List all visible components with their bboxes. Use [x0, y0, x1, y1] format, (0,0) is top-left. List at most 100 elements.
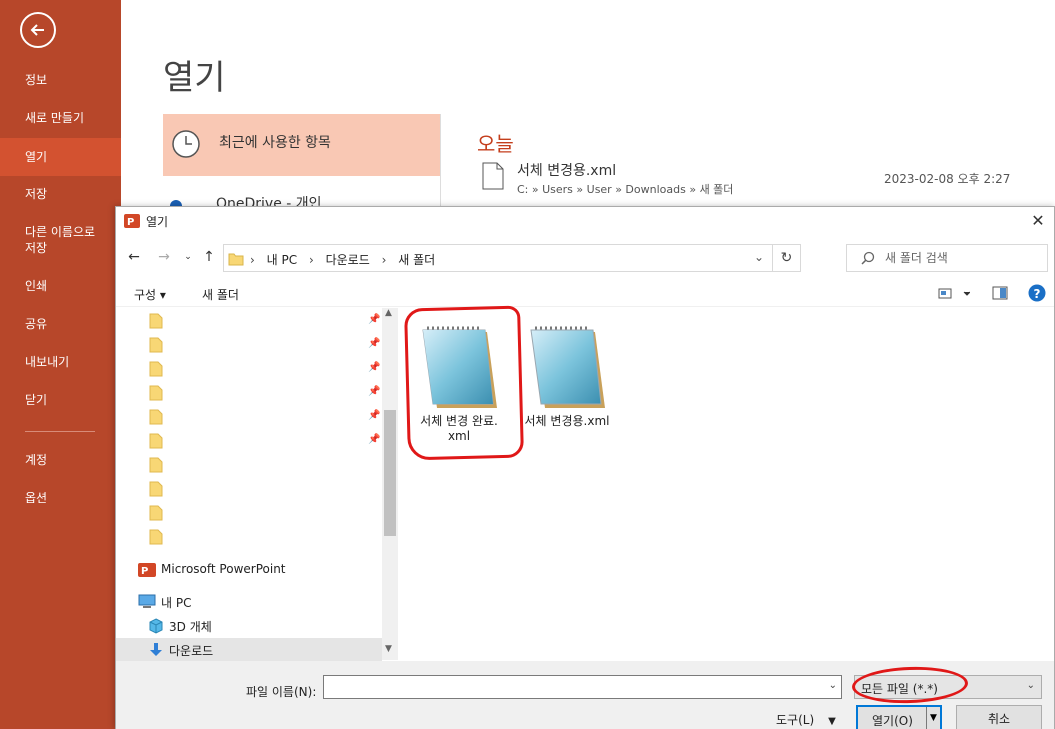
back-icon[interactable]: ←: [124, 247, 144, 267]
new-folder-button[interactable]: 새 폴더: [202, 286, 239, 303]
open-options-dropdown[interactable]: ▼: [926, 707, 940, 729]
nav-item-3d-objects[interactable]: 3D 개체: [116, 614, 382, 638]
view-options-icon[interactable]: [938, 285, 970, 301]
menu-save-as[interactable]: 다른 이름으로 저장: [0, 224, 121, 258]
svg-text:P: P: [141, 566, 148, 577]
menu-close[interactable]: 닫기: [0, 392, 121, 410]
file-name: 서체 변경용.xml: [524, 414, 610, 428]
pin-icon[interactable]: 📌: [368, 434, 380, 445]
back-arrow-icon: [30, 24, 44, 36]
folder-icon: [149, 529, 163, 545]
forward-icon[interactable]: →: [154, 247, 174, 267]
page-title: 열기: [163, 58, 226, 98]
nav-item-this-pc[interactable]: 내 PC: [116, 590, 382, 614]
breadcrumb-separator: ›: [381, 253, 387, 267]
recent-file-name[interactable]: 서체 변경용.xml: [517, 160, 616, 180]
backstage-rail: 정보 새로 만들기 열기 저장 다른 이름으로 저장 인쇄 공유 내보내기 닫기…: [0, 0, 121, 729]
location-recent-label: 최근에 사용한 항목: [219, 135, 331, 151]
folder-icon: [149, 313, 163, 329]
pin-icon[interactable]: 📌: [368, 386, 380, 397]
address-bar[interactable]: › 내 PC › 다운로드 › 새 폴더 ⌄ ↻: [223, 244, 801, 272]
nav-quick-access-item[interactable]: 📌: [116, 332, 382, 356]
menu-export[interactable]: 내보내기: [0, 354, 121, 372]
annotation-circle: [404, 305, 524, 461]
nav-quick-access-item[interactable]: 📌: [116, 356, 382, 380]
folder-icon: [228, 253, 244, 266]
recent-locations-icon[interactable]: ⌄: [178, 247, 198, 267]
back-button[interactable]: [20, 12, 56, 48]
nav-quick-access-item[interactable]: 📌: [116, 428, 382, 452]
pin-icon[interactable]: 📌: [368, 362, 380, 373]
cancel-button[interactable]: 취소: [956, 705, 1042, 729]
nav-quick-access-item[interactable]: 📌: [116, 308, 382, 332]
menu-open[interactable]: 열기: [0, 138, 121, 176]
nav-quick-access-item[interactable]: [116, 500, 382, 524]
menu-account[interactable]: 계정: [0, 452, 121, 470]
breadcrumb-item-downloads[interactable]: 다운로드: [326, 253, 370, 267]
scroll-down-icon[interactable]: ▼: [385, 644, 392, 654]
folder-icon: [149, 337, 163, 353]
breadcrumb: › 내 PC › 다운로드 › 새 폴더: [250, 251, 443, 268]
dialog-titlebar: P 열기 ✕: [116, 207, 1054, 235]
address-row: ← → ⌄ ↑ › 내 PC › 다운로드 › 새 폴더 ⌄ ↻: [116, 241, 1054, 273]
pin-icon[interactable]: 📌: [368, 338, 380, 349]
command-bar: 구성 ▾ 새 폴더 ?: [116, 279, 1054, 307]
breadcrumb-separator: ›: [308, 253, 314, 267]
nav-quick-access-item[interactable]: [116, 452, 382, 476]
breadcrumb-item-pc[interactable]: 내 PC: [267, 253, 297, 267]
menu-share[interactable]: 공유: [0, 316, 121, 334]
tools-menu[interactable]: 도구(L) ▼: [776, 711, 836, 728]
nav-quick-access-item[interactable]: 📌: [116, 404, 382, 428]
nav-quick-access-item[interactable]: [116, 524, 382, 548]
cube-icon: [149, 618, 163, 634]
folder-icon: [149, 433, 163, 449]
scroll-up-icon[interactable]: ▲: [385, 308, 392, 318]
document-icon: [482, 162, 504, 190]
pin-icon[interactable]: 📌: [368, 314, 380, 325]
close-icon[interactable]: ✕: [1028, 211, 1048, 231]
up-icon[interactable]: ↑: [199, 247, 219, 267]
chevron-down-icon[interactable]: ⌄: [829, 680, 837, 691]
powerpoint-icon: P: [124, 214, 140, 228]
open-button[interactable]: 열기(O) ▼: [856, 705, 942, 729]
nav-quick-access-item[interactable]: 📌: [116, 380, 382, 404]
search-box[interactable]: [846, 244, 1048, 272]
clock-icon: [172, 130, 200, 158]
recent-group-heading: 오늘: [477, 132, 514, 156]
folder-icon: [149, 361, 163, 377]
menu-new[interactable]: 새로 만들기: [0, 110, 121, 128]
breadcrumb-item-new-folder[interactable]: 새 폴더: [398, 253, 435, 267]
preview-pane-icon[interactable]: [992, 285, 1008, 301]
nav-label: 3D 개체: [169, 620, 212, 634]
menu-print[interactable]: 인쇄: [0, 278, 121, 296]
notepad-file-icon: [530, 326, 605, 408]
menu-divider: [25, 431, 95, 432]
menu-info[interactable]: 정보: [0, 72, 121, 90]
nav-item-powerpoint[interactable]: P Microsoft PowerPoint: [116, 558, 382, 582]
nav-scrollbar[interactable]: ▲ ▼: [382, 308, 398, 660]
pin-icon[interactable]: 📌: [368, 410, 380, 421]
nav-item-downloads[interactable]: 다운로드: [116, 638, 382, 662]
menu-options[interactable]: 옵션: [0, 490, 121, 508]
chevron-down-icon: ⌄: [1026, 680, 1035, 691]
organize-button[interactable]: 구성 ▾: [134, 286, 166, 303]
search-input[interactable]: [885, 249, 1035, 267]
filename-input[interactable]: ⌄: [323, 675, 842, 699]
svg-text:?: ?: [1034, 287, 1041, 301]
cancel-button-label: 취소: [987, 712, 1011, 726]
file-item[interactable]: 서체 변경용.xml: [512, 324, 622, 429]
folder-icon: [149, 409, 163, 425]
annotation-circle: [851, 664, 969, 706]
pane-divider: [440, 114, 441, 206]
nav-label: Microsoft PowerPoint: [161, 562, 286, 576]
refresh-icon[interactable]: ↻: [772, 245, 800, 271]
help-icon[interactable]: ?: [1028, 284, 1046, 302]
svg-text:P: P: [127, 217, 134, 228]
chevron-down-icon[interactable]: ⌄: [754, 250, 764, 264]
dialog-footer: 파일 이름(N): ⌄ 모든 파일 (*.*) ⌄ 도구(L) ▼ 열기(O) ▼…: [116, 661, 1054, 729]
menu-save[interactable]: 저장: [0, 186, 121, 204]
location-recent[interactable]: 최근에 사용한 항목: [163, 114, 440, 176]
nav-quick-access-item[interactable]: [116, 476, 382, 500]
scrollbar-thumb[interactable]: [384, 410, 396, 536]
nav-label: 내 PC: [161, 596, 192, 610]
